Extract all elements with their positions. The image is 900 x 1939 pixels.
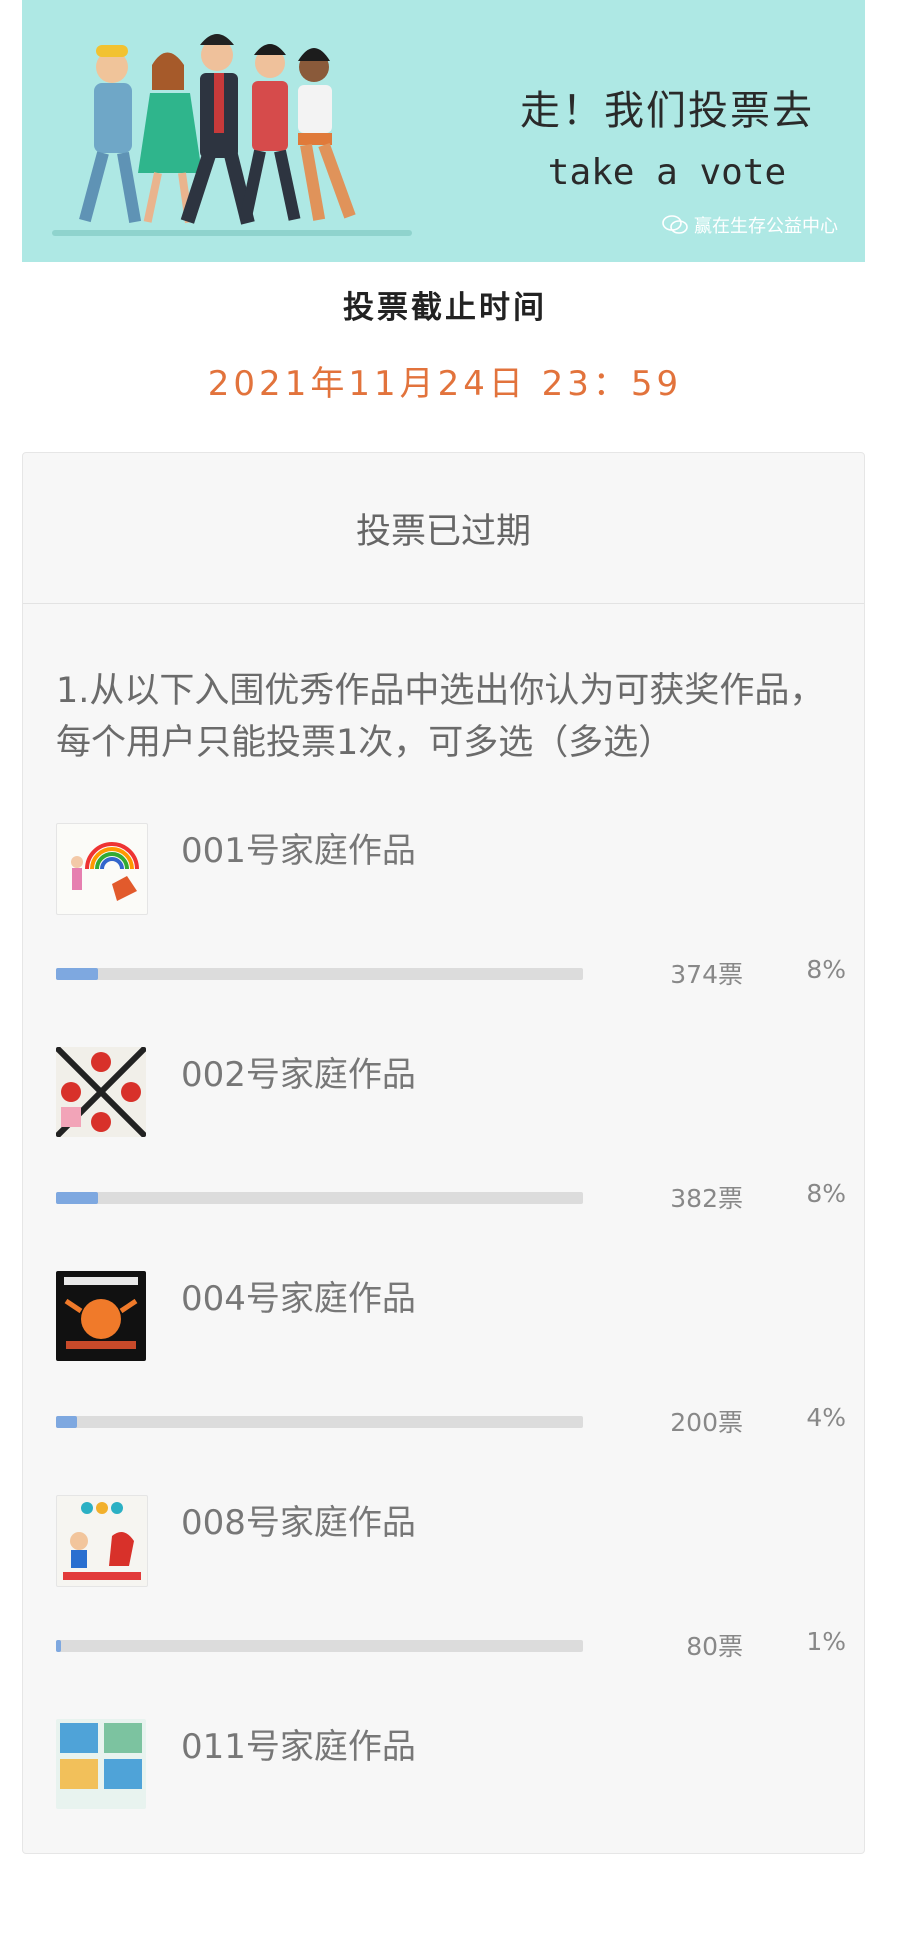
option-thumbnail[interactable]: [56, 1047, 146, 1137]
vote-count: 80票: [686, 1632, 743, 1661]
vote-progress-fill: [56, 1192, 99, 1204]
vote-count: 382票: [670, 1184, 743, 1213]
vote-progress-bar: [56, 1192, 583, 1204]
deadline-value: 2021年11月24日 23：59: [207, 364, 683, 404]
banner-title: 走！我们投票去: [520, 88, 814, 134]
vote-progress-bar: [56, 1416, 583, 1428]
wechat-icon: [662, 215, 688, 234]
vote-banner: 走！我们投票去 take a vote 赢在生存公益中心: [22, 0, 865, 262]
vote-option[interactable]: 008号家庭作品 80票 1%: [56, 1495, 846, 1715]
option-thumbnail[interactable]: [56, 1495, 148, 1587]
vote-card: 投票已过期 1.从以下入围优秀作品中选出你认为可获奖作品，每个用户只能投票1次，…: [22, 452, 865, 1854]
vote-progress-fill: [56, 1640, 62, 1652]
vote-progress-bar: [56, 968, 583, 980]
vote-percent: 8%: [806, 955, 846, 984]
option-thumbnail[interactable]: [56, 1719, 146, 1809]
vote-progress-bar: [56, 1640, 583, 1652]
vote-option[interactable]: 011号家庭作品: [56, 1719, 846, 1939]
option-name: 001号家庭作品: [181, 831, 416, 871]
vote-option[interactable]: 004号家庭作品 200票 4%: [56, 1271, 846, 1491]
option-name: 002号家庭作品: [181, 1055, 416, 1095]
option-name: 008号家庭作品: [181, 1503, 416, 1543]
deadline-label: 投票截止时间: [343, 290, 547, 326]
vote-option[interactable]: 002号家庭作品 382票 8%: [56, 1047, 846, 1267]
vote-percent: 1%: [806, 1627, 846, 1656]
vote-count: 200票: [670, 1408, 743, 1437]
option-name: 004号家庭作品: [181, 1279, 416, 1319]
vote-question: 1.从以下入围优秀作品中选出你认为可获奖作品，每个用户只能投票1次，可多选（多选…: [56, 671, 825, 763]
vote-status: 投票已过期: [23, 453, 864, 604]
banner-brand: 赢在生存公益中心: [662, 212, 838, 238]
vote-count: 374票: [670, 960, 743, 989]
vote-percent: 8%: [806, 1179, 846, 1208]
vote-progress-fill: [56, 968, 99, 980]
option-thumbnail[interactable]: [56, 1271, 146, 1361]
option-name: 011号家庭作品: [181, 1727, 416, 1767]
ground-shadow: [52, 230, 412, 236]
banner-subtitle: take a vote: [547, 152, 787, 193]
people-walking-illustration: [79, 34, 356, 225]
vote-option[interactable]: 001号家庭作品 374票 8%: [56, 823, 846, 1043]
brand-name: 赢在生存公益中心: [694, 216, 838, 237]
vote-progress-fill: [56, 1416, 78, 1428]
option-thumbnail[interactable]: [56, 823, 148, 915]
vote-percent: 4%: [806, 1403, 846, 1432]
